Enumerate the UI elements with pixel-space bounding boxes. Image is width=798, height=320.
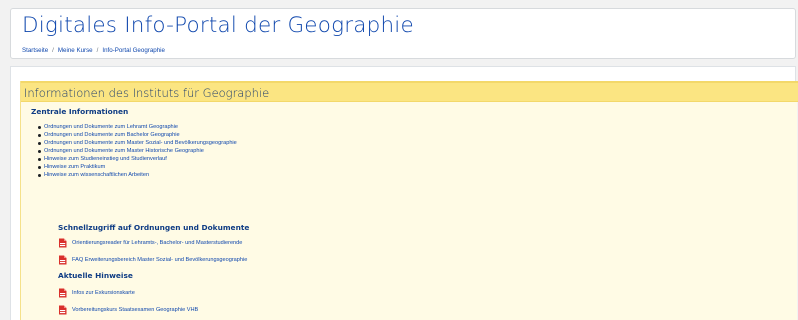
section-schnellzugriff: Schnellzugriff auf Ordnungen und Dokumen… [58,223,250,232]
pdf-file-icon [59,255,67,265]
file-link-exkursionskarte[interactable]: Infos zur Exkursionskarte [72,288,135,298]
list-item: Hinweise zum Praktikum [37,163,237,171]
file-link-row[interactable]: Vorbereitungskurs Staatsexamen Geographi… [58,305,198,315]
file-link-orientierungsreader[interactable]: Orientierungsreader für Lehramts-, Bache… [72,238,242,248]
file-link-faq-erweiterungsbereich[interactable]: FAQ Erweiterungsbereich Master Sozial- u… [72,255,247,265]
list-item: Ordnungen und Dokumente zum Lehramt Geog… [37,123,237,131]
page-title: Digitales Info-Portal der Geographie [22,13,414,38]
breadcrumb-separator: / [96,47,99,54]
file-link-vorbereitungskurs[interactable]: Vorbereitungskurs Staatsexamen Geographi… [72,305,198,315]
file-link-row[interactable]: Infos zur Exkursionskarte [58,288,135,298]
link-master-historisch[interactable]: Ordnungen und Dokumente zum Master Histo… [44,148,204,154]
link-praktikum[interactable]: Hinweise zum Praktikum [44,164,105,170]
list-item: Ordnungen und Dokumente zum Bachelor Geo… [37,131,237,139]
link-studieneinstieg[interactable]: Hinweise zum Studieneinstieg und Studien… [44,156,167,162]
info-box-header: Informationen des Instituts für Geograph… [21,81,798,102]
course-content: Informationen des Instituts für Geograph… [10,66,798,320]
list-item: Ordnungen und Dokumente zum Master Sozia… [37,139,237,147]
pdf-file-icon [59,238,67,248]
institute-info-box: Informationen des Instituts für Geograph… [20,81,798,320]
section-zentrale-informationen: Zentrale Informationen [31,107,129,116]
link-wissenschaftliches-arbeiten[interactable]: Hinweise zum wissenschaftlichen Arbeiten [44,172,149,178]
pdf-file-icon [59,305,67,315]
link-bachelor[interactable]: Ordnungen und Dokumente zum Bachelor Geo… [44,132,180,138]
link-lehramt[interactable]: Ordnungen und Dokumente zum Lehramt Geog… [44,124,178,130]
file-link-row[interactable]: Orientierungsreader für Lehramts-, Bache… [58,238,242,248]
list-item: Ordnungen und Dokumente zum Master Histo… [37,147,237,155]
list-item: Hinweise zum Studieneinstieg und Studien… [37,155,237,163]
breadcrumb: Startseite / Meine Kurse / Info-Portal G… [22,47,165,54]
breadcrumb-startseite[interactable]: Startseite [22,47,48,54]
pdf-file-icon [59,288,67,298]
section-aktuelle-hinweise: Aktuelle Hinweise [58,271,133,280]
breadcrumb-meine-kurse[interactable]: Meine Kurse [58,47,93,54]
breadcrumb-separator: / [52,47,54,54]
page-header: Digitales Info-Portal der Geographie Sta… [10,8,796,59]
list-item: Hinweise zum wissenschaftlichen Arbeiten [37,171,237,179]
file-link-row[interactable]: FAQ Erweiterungsbereich Master Sozial- u… [58,255,247,265]
info-box-title: Informationen des Instituts für Geograph… [24,86,270,100]
zentrale-links-list: Ordnungen und Dokumente zum Lehramt Geog… [37,123,237,179]
breadcrumb-info-portal[interactable]: Info-Portal Geographie [102,47,165,54]
link-master-sozial[interactable]: Ordnungen und Dokumente zum Master Sozia… [44,140,237,146]
